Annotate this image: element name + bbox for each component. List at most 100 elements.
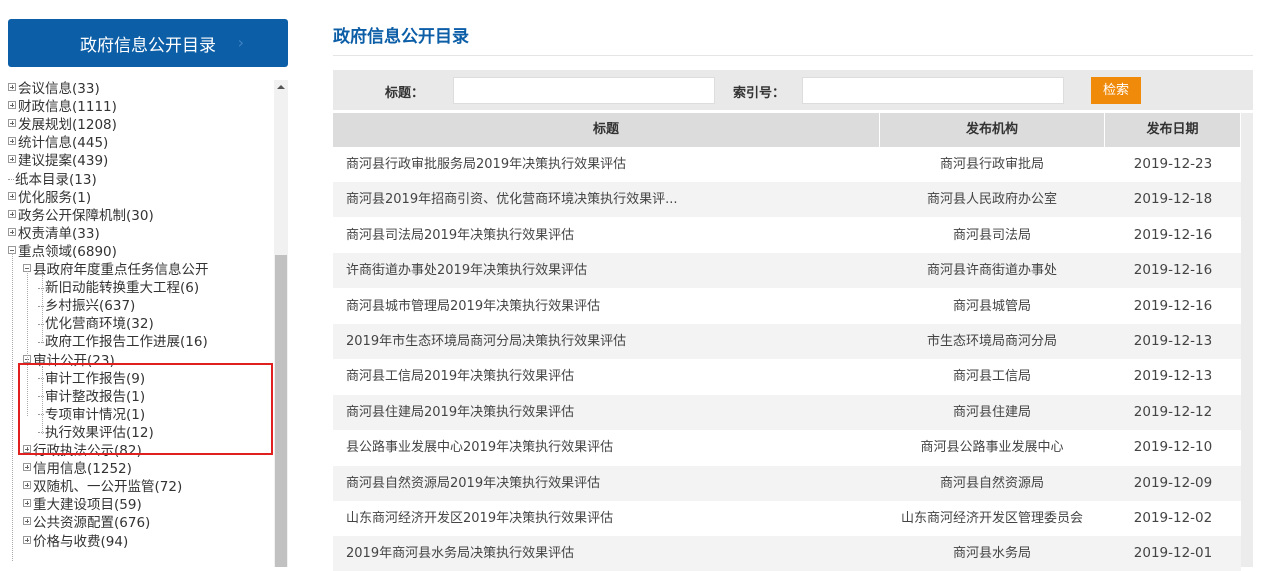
tree-scrollbar[interactable] (274, 80, 288, 567)
row-date: 2019-12-18 (1133, 191, 1213, 208)
expand-icon[interactable] (8, 209, 16, 218)
expand-icon[interactable] (8, 119, 16, 128)
tree-item-label: 权责清单(33) (18, 225, 100, 242)
index-search-input[interactable] (802, 77, 1064, 104)
tree-item[interactable]: 权责清单(33) (8, 225, 100, 243)
tree-item-label: 重大建设项目(59) (33, 497, 142, 514)
tree-item[interactable]: 新旧动能转换重大工程(6) (38, 279, 199, 297)
table-row[interactable]: 商河县行政审批服务局2019年决策执行效果评估 商河县行政审批局 2019-12-2… (333, 147, 1241, 182)
index-search-label: 索引号： (733, 86, 786, 101)
tree-item-label: 重点领域(6890) (18, 243, 117, 260)
row-title-link[interactable]: 商河县司法局2019年决策执行效果评估 (346, 218, 876, 253)
tree-item-label: 建议提案(439) (18, 153, 109, 170)
row-date: 2019-12-09 (1133, 474, 1213, 491)
expand-icon[interactable] (8, 137, 16, 146)
table-row[interactable]: 商河县2019年招商引资、优化营商环境决策执行效果评... 商河县人民政府办公室 2… (333, 182, 1241, 218)
tree-item-label: 县政府年度重点任务信息公开 (33, 262, 209, 278)
row-publisher: 商河县城管局 (952, 298, 1031, 314)
tree-item-label: 会议信息(33) (18, 81, 100, 97)
table-row[interactable]: 商河县自然资源局2019年决策执行效果评估 商河县自然资源局 2019-12-09 (333, 465, 1241, 501)
row-title-link[interactable]: 2019年市生态环境局商河分局决策执行效果评估 (346, 324, 876, 359)
tree-item[interactable]: 重点领域(6890) (8, 243, 117, 261)
sidebar: 政府信息公开目录 › 会议信息(33) 财政信息(1111) 发展规划(1208) 统… (0, 0, 300, 567)
tree-item[interactable]: 信用信息(1252) (23, 460, 132, 478)
row-title-link[interactable]: 商河县住建局2019年决策执行效果评估 (346, 395, 876, 430)
expand-icon[interactable] (8, 155, 16, 164)
expand-icon[interactable] (23, 481, 31, 490)
expand-icon[interactable] (8, 191, 16, 200)
expand-icon[interactable] (23, 517, 31, 526)
scroll-up-icon[interactable] (274, 80, 288, 94)
tree-item-label: 统计信息(445) (18, 135, 109, 152)
row-title-link[interactable]: 商河县城市管理局2019年决策执行效果评估 (346, 289, 876, 324)
table-row[interactable]: 商河县司法局2019年决策执行效果评估 商河县司法局 2019-12-16 (333, 218, 1241, 253)
directory-header-button[interactable]: 政府信息公开目录 › (8, 19, 288, 67)
tree-item[interactable]: 建议提案(439) (8, 152, 108, 170)
table-row[interactable]: 许商街道办事处2019年决策执行效果评估 商河县许商街道办事处 2019-12-16 (333, 253, 1241, 289)
expand-icon[interactable] (23, 535, 31, 544)
expand-icon[interactable] (8, 83, 16, 91)
row-title-link[interactable]: 商河县行政审批服务局2019年决策执行效果评估 (346, 147, 876, 182)
tree-item[interactable]: 发展规划(1208) (8, 116, 117, 134)
row-publisher: 市生态环境局商河分局 (926, 334, 1057, 349)
expand-icon[interactable] (8, 227, 16, 236)
title-search-input[interactable] (453, 77, 715, 104)
row-title-link[interactable]: 山东商河经济开发区2019年决策执行效果评估 (346, 501, 876, 536)
tree-item-label: 信用信息(1252) (33, 461, 132, 478)
title-search-label: 标题： (385, 86, 425, 101)
tree-item[interactable]: 县政府年度重点任务信息公开 (23, 261, 209, 279)
row-title-link[interactable]: 商河县2019年招商引资、优化营商环境决策执行效果评... (346, 182, 876, 217)
tree-item[interactable]: 政府工作报告工作进展(16) (38, 333, 208, 351)
tree-item-label: 发展规划(1208) (18, 117, 117, 134)
table-row[interactable]: 2019年商河县水务局决策执行效果评估 商河县水务局 2019-12-01 (333, 536, 1241, 571)
expand-icon[interactable] (23, 499, 31, 508)
row-title-link[interactable]: 2019年商河县水务局决策执行效果评估 (346, 536, 876, 571)
tree-item[interactable]: 政务公开保障机制(30) (8, 207, 154, 225)
row-date: 2019-12-13 (1133, 333, 1213, 349)
tree-item[interactable]: 会议信息(33) (8, 80, 100, 98)
row-title-link[interactable]: 县公路事业发展中心2019年决策执行效果评估 (346, 430, 876, 465)
header-publisher: 发布机构 (880, 113, 1105, 147)
row-date: 2019-12-01 (1133, 545, 1213, 562)
table-row[interactable]: 山东商河经济开发区2019年决策执行效果评估 山东商河经济开发区管理委员会 2019… (333, 501, 1241, 536)
row-title-link[interactable]: 商河县工信局2019年决策执行效果评估 (346, 359, 876, 394)
tree-item-label: 优化营商环境(32) (45, 316, 154, 333)
table-row[interactable]: 2019年市生态环境局商河分局决策执行效果评估 市生态环境局商河分局 2019-12… (333, 324, 1241, 359)
row-publisher: 商河县水务局 (952, 546, 1031, 562)
table-row[interactable]: 商河县住建局2019年决策执行效果评估 商河县住建局 2019-12-12 (333, 394, 1241, 430)
tree-item-label: 优化服务(1) (18, 189, 92, 206)
tree-item[interactable]: 财政信息(1111) (8, 98, 117, 116)
tree-item[interactable]: 双随机、一公开监管(72) (23, 478, 182, 496)
tree-item-label: 政府工作报告工作进展(16) (45, 334, 208, 351)
row-publisher: 商河县许商街道办事处 (926, 263, 1057, 279)
tree-guide-line (12, 252, 13, 561)
row-title-link[interactable]: 商河县自然资源局2019年决策执行效果评估 (346, 466, 876, 501)
tree-item-label: 新旧动能转换重大工程(6) (45, 280, 200, 297)
table-row[interactable]: 商河县工信局2019年决策执行效果评估 商河县工信局 2019-12-13 (333, 359, 1241, 394)
tree-connector (38, 341, 44, 343)
search-button[interactable]: 检索 (1091, 77, 1141, 104)
tree-item[interactable]: 纸本目录(13) (8, 171, 97, 189)
tree-item-label: 乡村振兴(637) (45, 298, 136, 315)
table-row[interactable]: 商河县城市管理局2019年决策执行效果评估 商河县城管局 2019-12-16 (333, 289, 1241, 324)
tree-item[interactable]: 乡村振兴(637) (38, 297, 135, 315)
table-row[interactable]: 县公路事业发展中心2019年决策执行效果评估 商河县公路事业发展中心 2019-12… (333, 430, 1241, 465)
expand-icon[interactable] (23, 463, 31, 472)
tree-item[interactable]: 价格与收费(94) (23, 533, 128, 551)
tree-item[interactable]: 重大建设项目(59) (23, 496, 142, 514)
tree-item[interactable]: 统计信息(445) (8, 134, 108, 152)
tree-item[interactable]: 公共资源配置(676) (23, 514, 150, 532)
row-date: 2019-12-23 (1133, 156, 1213, 172)
tree-item[interactable]: 优化服务(1) (8, 189, 91, 207)
row-title-link[interactable]: 许商街道办事处2019年决策执行效果评估 (346, 253, 876, 288)
tree-item-label: 政务公开保障机制(30) (18, 207, 154, 224)
row-date: 2019-12-12 (1133, 403, 1213, 420)
tree-connector (38, 287, 44, 289)
scroll-thumb[interactable] (275, 255, 287, 567)
row-date: 2019-12-02 (1133, 510, 1213, 526)
tree-item-label: 价格与收费(94) (33, 533, 129, 550)
expand-icon[interactable] (8, 101, 16, 110)
row-publisher: 商河县人民政府办公室 (926, 192, 1057, 208)
header-title: 标题 (333, 113, 880, 147)
tree-item[interactable]: 优化营商环境(32) (38, 315, 154, 333)
